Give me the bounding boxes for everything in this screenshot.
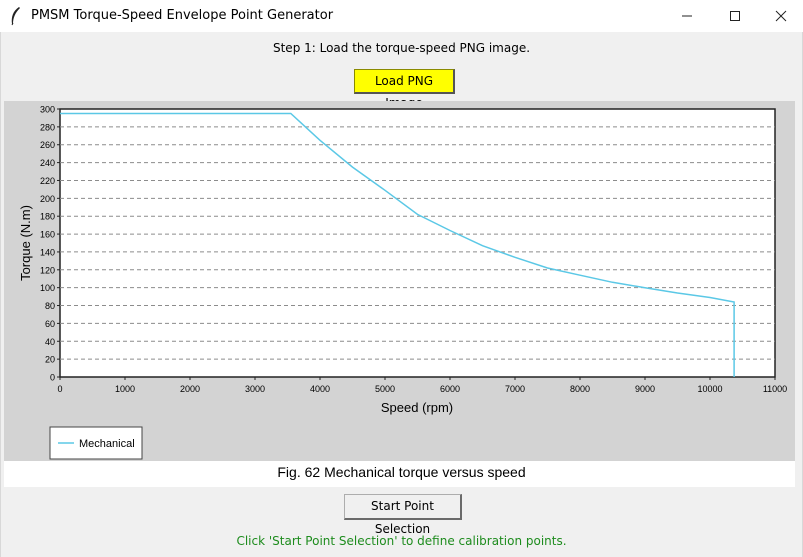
y-tick-label: 60 [45,319,55,329]
figure-caption: Fig. 62 Mechanical torque versus speed [277,464,526,480]
y-tick-label: 200 [40,194,55,204]
y-tick-label: 40 [45,337,55,347]
x-tick-label: 7000 [505,384,525,394]
y-tick-label: 140 [40,247,55,257]
y-tick-label: 300 [40,105,55,115]
y-tick-label: 280 [40,122,55,132]
y-tick-label: 220 [40,176,55,186]
y-tick-label: 20 [45,355,55,365]
y-tick-label: 80 [45,301,55,311]
legend: Mechanical [49,426,143,460]
legend-label: Mechanical [79,438,135,450]
x-axis-label: Speed (rpm) [381,400,453,415]
x-tick-label: 5000 [375,384,395,394]
start-point-selection-button[interactable]: Start Point Selection [344,494,462,536]
y-tick-label: 100 [40,283,55,293]
x-tick-label: 2000 [180,384,200,394]
x-tick-label: 8000 [570,384,590,394]
x-tick-label: 1000 [115,384,135,394]
y-tick-label: 260 [40,140,55,150]
y-tick-label: 120 [40,265,55,275]
x-tick-label: 4000 [310,384,330,394]
x-tick-label: 0 [57,384,62,394]
status-message: Click 'Start Point Selection' to define … [236,534,567,548]
y-axis-label: Torque (N.m) [18,205,33,281]
y-tick-label: 180 [40,212,55,222]
y-tick-label: 0 [50,373,55,383]
x-tick-label: 11000 [763,384,787,394]
x-tick-label: 6000 [440,384,460,394]
x-tick-label: 3000 [245,384,265,394]
plot-area [59,108,776,378]
x-tick-label: 10000 [697,384,722,394]
y-tick-label: 240 [40,158,55,168]
x-tick-label: 9000 [635,384,655,394]
y-tick-label: 160 [40,230,55,240]
